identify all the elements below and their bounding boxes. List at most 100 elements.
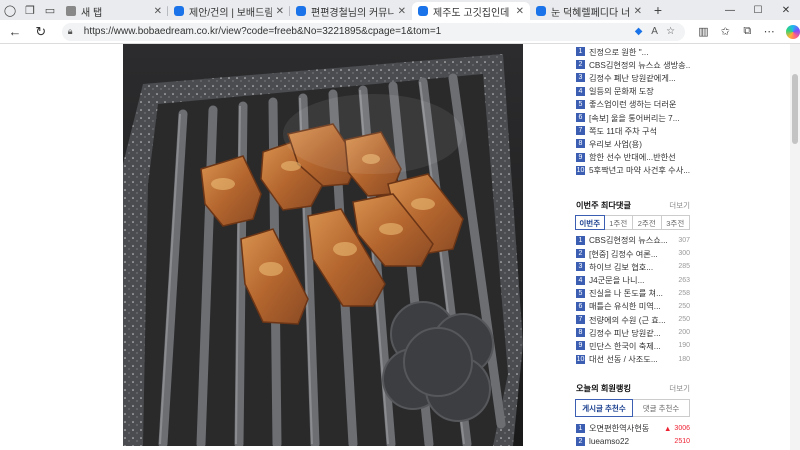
- post-title[interactable]: 좋스업이런 생하는 더러운: [589, 98, 690, 110]
- tab-post-recommend[interactable]: 게시글 추천수: [575, 398, 633, 417]
- list-item[interactable]: 9 함한 선수 반대에...반한선: [576, 151, 690, 164]
- comment-count: 258: [678, 289, 690, 297]
- list-item[interactable]: 1 CBS김현정의 뉴스쇼... 307: [576, 234, 690, 247]
- refresh-button[interactable]: ↻: [30, 21, 52, 43]
- rank-badge: 3: [576, 73, 585, 83]
- member-ranking-list: 1 오면편한역사현동 ▲ 3006 2 lueamso22 2510: [576, 422, 690, 448]
- list-item[interactable]: 4 일등의 문화재 도장: [576, 85, 690, 98]
- post-title[interactable]: 대선 선동 / 사조도...: [589, 353, 675, 365]
- tab-community[interactable]: 편편경철님의 커뮤니티 - 보 ✕: [290, 2, 412, 20]
- post-title[interactable]: 진정으로 원한 "...: [589, 46, 690, 58]
- maximize-icon[interactable]: ☐: [744, 5, 772, 16]
- workspaces-icon[interactable]: ❐: [20, 0, 40, 20]
- list-item[interactable]: 7 전량에의 수원 (근 효... 250: [576, 313, 690, 326]
- tab-actions-icon[interactable]: ▭: [40, 0, 60, 20]
- post-title[interactable]: 5후짝년고 마약 사건후 수사...: [589, 164, 690, 176]
- post-title[interactable]: 진실을 나 돈도를 쳐...: [589, 287, 675, 299]
- list-item[interactable]: 5 진실을 나 돈도를 쳐... 258: [576, 287, 690, 300]
- tab-new[interactable]: 새 탭 ✕: [60, 2, 168, 20]
- post-title[interactable]: 우리보 사업(용): [589, 138, 690, 150]
- post-title[interactable]: [현중] 김정수 여론...: [589, 248, 675, 260]
- list-item[interactable]: 2 lueamso22 2510: [576, 435, 690, 448]
- rank-badge: 2: [576, 60, 585, 70]
- collections-icon[interactable]: ⧉: [736, 25, 758, 38]
- back-button[interactable]: ←: [4, 21, 26, 43]
- close-tab-icon[interactable]: ✕: [634, 6, 642, 17]
- close-window-icon[interactable]: ✕: [772, 5, 800, 16]
- list-item[interactable]: 1 진정으로 원한 "...: [576, 45, 690, 58]
- post-title[interactable]: CBS김현정의 뉴스쇼...: [589, 234, 675, 246]
- more-link[interactable]: 더보기: [669, 383, 690, 394]
- tab-title: 제안/건의 | 보배드림 커뮤: [189, 7, 272, 19]
- tab-3-weeks-ago[interactable]: 3주전: [660, 214, 690, 230]
- list-item[interactable]: 4 J4군문을 나니... 263: [576, 273, 690, 286]
- post-title[interactable]: 일등의 문화재 도장: [589, 85, 690, 97]
- post-title[interactable]: 매틀슨 유식한 미역...: [589, 300, 675, 312]
- bobaedream-favicon: [174, 6, 184, 16]
- list-item[interactable]: 10 대선 선동 / 사조도... 180: [576, 353, 690, 366]
- lock-icon[interactable]: 🔒︎: [68, 26, 80, 37]
- list-item[interactable]: 3 하이브 김보 협호... 285: [576, 260, 690, 273]
- tab-comment-recommend[interactable]: 댓글 추천수: [632, 398, 690, 417]
- post-title[interactable]: 하이브 김보 협호...: [589, 261, 675, 273]
- rank-badge: 2: [576, 437, 585, 447]
- rank-badge: 5: [576, 288, 585, 298]
- post-title[interactable]: 김정수 피난 당원같...: [589, 327, 675, 339]
- tab-other-article[interactable]: 눈 덕혜렐페디다 너어게 뭔 ✕: [530, 2, 648, 20]
- list-item[interactable]: 2 [현중] 김정수 여론... 300: [576, 247, 690, 260]
- more-menu-icon[interactable]: ⋯: [758, 25, 780, 38]
- list-item[interactable]: 5 좋스업이런 생하는 더러운: [576, 98, 690, 111]
- tab-active-article[interactable]: 제주도 고깃집인데 이거 이 ✕: [412, 2, 530, 20]
- favorites-icon[interactable]: ✩: [714, 25, 736, 38]
- minimize-icon[interactable]: —: [716, 5, 744, 16]
- rank-badge: 6: [576, 301, 585, 311]
- comment-count: 250: [678, 302, 690, 310]
- split-screen-icon[interactable]: ▥: [693, 25, 715, 38]
- vertical-scrollbar[interactable]: [790, 44, 800, 450]
- tab-2-weeks-ago[interactable]: 2주전: [632, 214, 662, 230]
- post-title[interactable]: CBS김현정의 뉴스쇼 생방송...: [589, 59, 690, 71]
- list-item[interactable]: 10 5후짝년고 마약 사건후 수사...: [576, 164, 690, 177]
- list-item[interactable]: 6 [속보] 울을 통어버리는 7...: [576, 111, 690, 124]
- close-tab-icon[interactable]: ✕: [154, 6, 162, 17]
- extension-shield-icon[interactable]: ◆: [631, 26, 647, 37]
- more-link[interactable]: 더보기: [669, 200, 690, 211]
- post-title[interactable]: 전량에의 수원 (근 효...: [589, 314, 675, 326]
- section-title: 이번주 최다댓글: [576, 200, 632, 210]
- close-tab-icon[interactable]: ✕: [398, 6, 406, 17]
- post-title[interactable]: 김정수 폐난 당원같에게...: [589, 72, 690, 84]
- address-bar[interactable]: 🔒︎ https://www.bobaedream.co.kr/view?cod…: [61, 22, 685, 41]
- scrollbar-thumb[interactable]: [792, 74, 798, 144]
- member-name[interactable]: lueamso22: [589, 437, 671, 446]
- tab-suggestion[interactable]: 제안/건의 | 보배드림 커뮤 ✕: [168, 2, 290, 20]
- copilot-icon[interactable]: [786, 24, 800, 39]
- post-title[interactable]: [속보] 울을 통어버리는 7...: [589, 112, 690, 124]
- article-photo: [123, 44, 523, 446]
- post-title[interactable]: J4군문을 나니...: [589, 274, 675, 286]
- list-item[interactable]: 8 우리보 사업(용): [576, 137, 690, 150]
- post-title[interactable]: 쪽도 11대 주차 구석: [589, 125, 690, 137]
- close-tab-icon[interactable]: ✕: [516, 6, 524, 17]
- profile-icon[interactable]: ◯: [0, 0, 20, 20]
- list-item[interactable]: 9 민단스 한국이 축제... 190: [576, 339, 690, 352]
- url-text[interactable]: https://www.bobaedream.co.kr/view?code=f…: [84, 26, 631, 37]
- read-aloud-icon[interactable]: A: [647, 26, 663, 37]
- list-item[interactable]: 2 CBS김현정의 뉴스쇼 생방송...: [576, 58, 690, 71]
- rank-badge: 8: [576, 139, 585, 149]
- week-tabs: 이번주 1주전 2주전 3주전: [575, 214, 690, 230]
- grilled-meat-image: [123, 44, 523, 446]
- post-title[interactable]: 함한 선수 반대에...반한선: [589, 151, 690, 163]
- member-name[interactable]: 오면편한역사현동: [589, 422, 664, 434]
- list-item[interactable]: 6 매틀슨 유식한 미역... 250: [576, 300, 690, 313]
- post-title[interactable]: 민단스 한국이 축제...: [589, 340, 675, 352]
- close-tab-icon[interactable]: ✕: [276, 6, 284, 17]
- list-item[interactable]: 3 김정수 폐난 당원같에게...: [576, 71, 690, 84]
- comment-count: 190: [678, 342, 690, 350]
- list-item[interactable]: 1 오면편한역사현동 ▲ 3006: [576, 422, 690, 435]
- tab-1-week-ago[interactable]: 1주전: [603, 214, 633, 230]
- list-item[interactable]: 8 김정수 피난 당원같... 200: [576, 326, 690, 339]
- favorite-star-icon[interactable]: ☆: [663, 26, 679, 37]
- new-tab-button[interactable]: +: [648, 2, 668, 18]
- tab-this-week[interactable]: 이번주: [575, 214, 605, 230]
- list-item[interactable]: 7 쪽도 11대 주차 구석: [576, 124, 690, 137]
